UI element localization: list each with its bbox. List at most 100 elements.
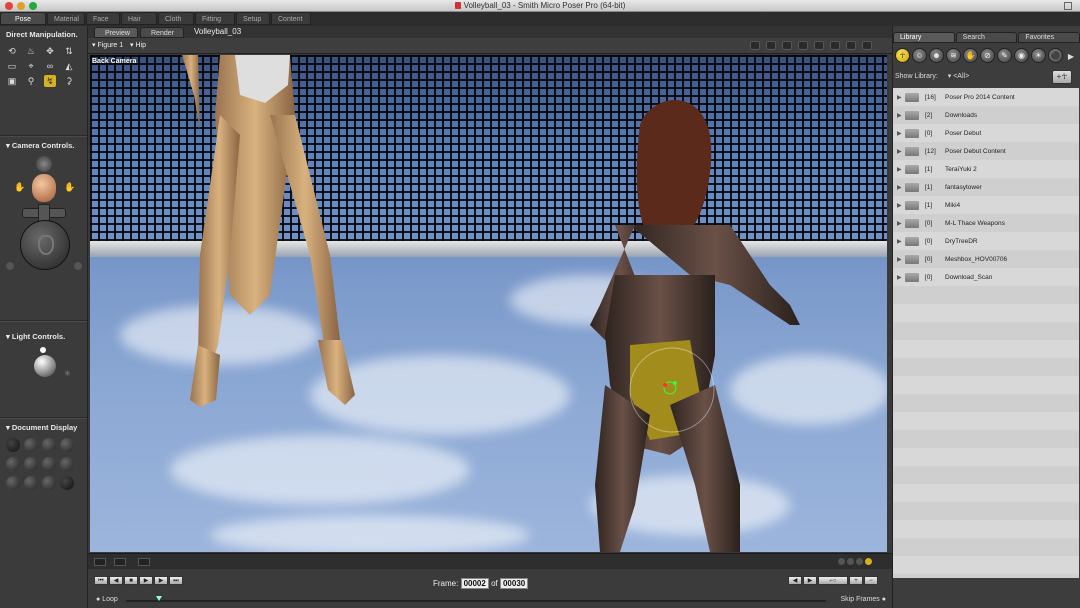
materials-category-icon[interactable]: ☀ xyxy=(1031,48,1046,63)
translate-in-out-icon[interactable]: ⇅ xyxy=(63,45,75,57)
preview-style-icon[interactable] xyxy=(60,476,74,490)
library-folder-row[interactable]: ▶ [0] Meshbox_HOV00706 xyxy=(893,250,1079,268)
expand-arrow-icon[interactable]: ▶ xyxy=(897,274,905,281)
hanging-figure[interactable] xyxy=(182,55,355,407)
library-folder-row[interactable]: ▶ [12] Poser Debut Content xyxy=(893,142,1079,160)
hands-category-icon[interactable]: ✋ xyxy=(963,48,978,63)
library-folder-row[interactable]: ▶ [1] Miki4 xyxy=(893,196,1079,214)
expand-arrow-icon[interactable]: ▶ xyxy=(897,238,905,245)
library-folder-row[interactable]: ▶ [16] Poser Pro 2014 Content xyxy=(893,88,1079,106)
hair-category-icon[interactable]: ≋ xyxy=(946,48,961,63)
focal-camera-icon[interactable] xyxy=(74,262,82,270)
next-key-button[interactable]: ▶ xyxy=(803,576,817,585)
outline-style-icon[interactable] xyxy=(24,438,38,452)
direct-manipulation-icon[interactable]: ⚳ xyxy=(63,75,75,87)
3d-viewport[interactable]: Back Camera xyxy=(90,55,887,552)
remove-key-button[interactable]: − xyxy=(864,576,878,585)
light-sphere-icon[interactable] xyxy=(34,355,56,377)
poses-category-icon[interactable]: ☺ xyxy=(912,48,927,63)
first-frame-button[interactable]: ⏮ xyxy=(94,576,108,585)
actor-select[interactable]: ▾ Hip xyxy=(130,41,146,49)
color-tool-icon[interactable]: ∞ xyxy=(44,60,56,72)
cross-icon[interactable] xyxy=(862,41,872,50)
expand-arrow-icon[interactable]: ▶ xyxy=(897,202,905,209)
cartoon-style-icon[interactable] xyxy=(60,457,74,471)
shader-icon[interactable] xyxy=(814,41,824,50)
tab-library[interactable]: Library xyxy=(893,32,955,43)
light-source-icon[interactable] xyxy=(40,347,46,353)
light-properties-icon[interactable]: ✳ xyxy=(64,369,71,378)
active-tool-icon[interactable]: ↯ xyxy=(44,75,56,87)
flat-lined-style-icon[interactable] xyxy=(42,457,56,471)
translate-tool-icon[interactable]: ✥ xyxy=(44,45,56,57)
flat-shaded-style-icon[interactable] xyxy=(24,457,38,471)
library-folder-row[interactable]: ▶ [0] DryTreeDR xyxy=(893,232,1079,250)
tab-search[interactable]: Search xyxy=(955,32,1018,43)
face-camera-icon[interactable] xyxy=(36,156,52,172)
smooth-shaded-style-icon[interactable] xyxy=(6,476,20,490)
twist-tool-icon[interactable]: ♨ xyxy=(25,45,37,57)
sound-icon[interactable] xyxy=(114,558,126,566)
edit-keyframes-button[interactable]: ⌐○ xyxy=(818,576,848,585)
scenes-category-icon[interactable]: ⚫ xyxy=(1048,48,1063,63)
fullscreen-icon[interactable] xyxy=(1064,2,1072,10)
add-key-button[interactable]: + xyxy=(849,576,863,585)
props-category-icon[interactable]: ⊘ xyxy=(980,48,995,63)
wireframe-style-icon[interactable] xyxy=(42,438,56,452)
camera-view-icon[interactable] xyxy=(750,41,760,50)
expand-arrow-icon[interactable]: ▶ xyxy=(897,94,905,101)
screen-icon[interactable] xyxy=(766,41,776,50)
left-hand-camera-icon[interactable]: ✋ xyxy=(14,182,25,192)
scale-camera-icon[interactable] xyxy=(6,262,14,270)
tab-face[interactable]: Face xyxy=(86,12,120,25)
scrubber-knob[interactable] xyxy=(156,596,162,601)
tab-setup[interactable]: Setup xyxy=(236,12,270,25)
wrench-icon[interactable] xyxy=(846,41,856,50)
silhouette-style-icon[interactable] xyxy=(6,438,20,452)
library-folder-row[interactable]: ▶ [0] M-L Thace Weapons xyxy=(893,214,1079,232)
tab-render[interactable]: Render xyxy=(140,27,184,38)
expand-arrow-icon[interactable]: ▶ xyxy=(897,112,905,119)
tab-material[interactable]: Material xyxy=(47,12,85,25)
lit-wireframe-style-icon[interactable] xyxy=(6,457,20,471)
library-folder-row[interactable]: ▶ [0] Download_Scan xyxy=(893,268,1079,286)
figure-select[interactable]: ▾ Figure 1 xyxy=(92,41,123,49)
tab-preview[interactable]: Preview xyxy=(94,27,138,38)
last-frame-button[interactable]: ⏭ xyxy=(169,576,183,585)
show-library-select[interactable]: Show Library: ▾ <All> xyxy=(895,72,969,80)
library-folder-row[interactable]: ▶ [1] fantasytower xyxy=(893,178,1079,196)
graph-icon[interactable] xyxy=(138,558,150,566)
magnify-icon[interactable]: ⚲ xyxy=(25,75,37,87)
total-frames-field[interactable]: 00030 xyxy=(499,578,529,589)
expand-arrow-icon[interactable]: ▶ xyxy=(897,184,905,191)
frame-scrubber[interactable] xyxy=(126,596,826,602)
ik-icon[interactable] xyxy=(830,41,840,50)
player-figure[interactable] xyxy=(590,100,800,552)
light-icon[interactable] xyxy=(798,41,808,50)
prev-key-button[interactable]: ◀ xyxy=(788,576,802,585)
expand-arrow-icon[interactable]: ▶ xyxy=(897,148,905,155)
taper-tool-icon[interactable]: ▭ xyxy=(6,60,18,72)
next-frame-button[interactable]: ▶ xyxy=(154,576,168,585)
current-frame-field[interactable]: 00002 xyxy=(460,578,489,589)
cameras-category-icon[interactable]: ◉ xyxy=(1014,48,1029,63)
grouping-tool-icon[interactable]: ◭ xyxy=(63,60,75,72)
library-folder-row[interactable]: ▶ [0] Poser Debut xyxy=(893,124,1079,142)
add-library-button[interactable]: +☥ xyxy=(1052,70,1072,84)
play-button[interactable]: ▶ xyxy=(139,576,153,585)
expand-arrow-icon[interactable]: ▶ xyxy=(897,166,905,173)
chain-break-icon[interactable]: ⌖ xyxy=(25,60,37,72)
trackball-icon[interactable] xyxy=(20,220,70,270)
smooth-lined-style-icon[interactable] xyxy=(24,476,38,490)
head-camera-icon[interactable] xyxy=(32,174,56,202)
figures-category-icon[interactable]: ☥ xyxy=(895,48,910,63)
lights-category-icon[interactable]: ✎ xyxy=(997,48,1012,63)
skip-frames-toggle[interactable]: Skip Frames ● xyxy=(841,596,886,603)
tab-hair[interactable]: Hair xyxy=(121,12,157,25)
right-hand-camera-icon[interactable]: ✋ xyxy=(64,182,75,192)
keyframe-icon[interactable] xyxy=(94,558,106,566)
tab-content[interactable]: Content xyxy=(271,12,311,25)
expand-arrow-icon[interactable]: ▶ xyxy=(897,256,905,263)
display-mode-icon[interactable] xyxy=(782,41,792,50)
tab-fitting[interactable]: Fitting xyxy=(195,12,235,25)
